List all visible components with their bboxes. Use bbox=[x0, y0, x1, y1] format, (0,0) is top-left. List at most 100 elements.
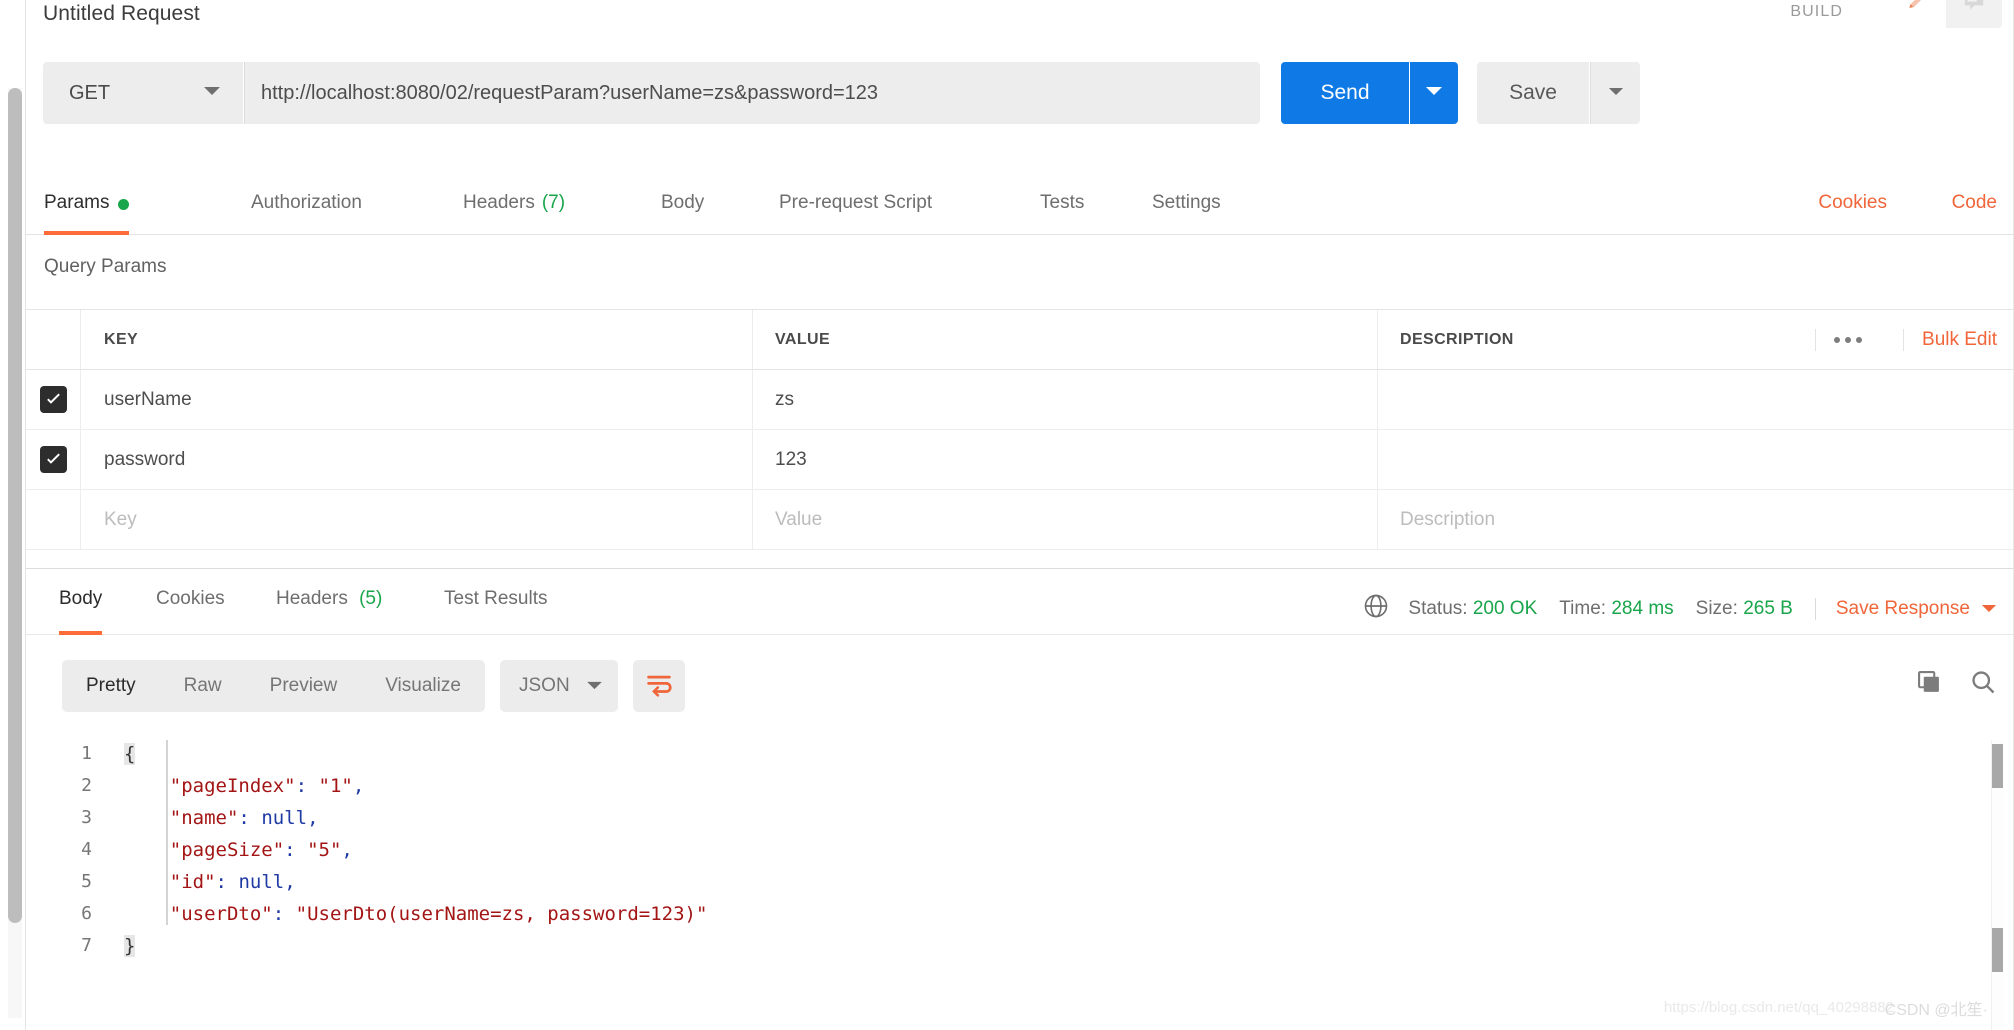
tab-label: Authorization bbox=[251, 192, 362, 213]
tab-headers[interactable]: Headers (7) bbox=[463, 183, 565, 235]
tab-settings[interactable]: Settings bbox=[1152, 183, 1221, 235]
table-row[interactable]: password 123 bbox=[26, 430, 2014, 490]
http-method-select[interactable]: GET bbox=[43, 62, 243, 124]
outer-scrollbar-thumb[interactable] bbox=[8, 88, 22, 923]
code-line: 5 "id": null, bbox=[26, 866, 2014, 898]
http-method-value: GET bbox=[69, 81, 111, 104]
watermark-url: https://blog.csdn.net/qq_40298882 bbox=[1663, 999, 1894, 1016]
view-mode-preview[interactable]: Preview bbox=[246, 660, 362, 712]
send-options-button[interactable] bbox=[1410, 62, 1458, 124]
response-status-bar: Status: 200 OK Time: 284 ms Size: 265 B … bbox=[1362, 592, 1997, 625]
view-mode-group: Pretty Raw Preview Visualize bbox=[62, 660, 485, 712]
comment-icon bbox=[1961, 0, 1987, 19]
code-line: 2 "pageIndex": "1", bbox=[26, 770, 2014, 802]
code-line-content: "pageSize": "5", bbox=[169, 839, 353, 861]
bulk-edit-button[interactable]: Bulk Edit bbox=[1903, 328, 1997, 351]
row-value-cell[interactable]: 123 bbox=[753, 430, 1378, 489]
response-tab-body[interactable]: Body bbox=[59, 580, 103, 635]
url-input[interactable]: http://localhost:8080/02/requestParam?us… bbox=[244, 62, 1260, 124]
build-label: BUILD bbox=[1790, 3, 1843, 20]
description-placeholder: Description bbox=[1400, 508, 1496, 530]
code-line-content: } bbox=[124, 935, 136, 957]
viewer-right-icons bbox=[1915, 668, 1997, 701]
code-scrollbar-thumb-secondary[interactable] bbox=[1992, 928, 2003, 972]
row-checkbox[interactable] bbox=[39, 446, 67, 473]
code-link[interactable]: Code bbox=[1952, 192, 1997, 214]
tab-params[interactable]: Params bbox=[44, 183, 130, 235]
tab-label: Test Results bbox=[444, 588, 548, 609]
tab-authorization[interactable]: Authorization bbox=[251, 183, 362, 235]
row-key-cell[interactable]: userName bbox=[81, 370, 753, 429]
top-right-icon-group bbox=[1890, 0, 2002, 28]
response-tab-headers[interactable]: Headers (5) bbox=[276, 580, 382, 635]
view-mode-visualize[interactable]: Visualize bbox=[361, 660, 485, 712]
table-row-empty[interactable]: Key Value Description bbox=[26, 490, 2014, 550]
row-key-cell[interactable]: Key bbox=[81, 490, 753, 549]
search-icon[interactable] bbox=[1969, 668, 1997, 701]
code-scrollbar-thumb[interactable] bbox=[1992, 744, 2003, 788]
column-header-label: KEY bbox=[104, 330, 139, 348]
comment-icon-button[interactable] bbox=[1946, 0, 2002, 28]
response-tab-test-results[interactable]: Test Results bbox=[444, 580, 547, 635]
size-value: 265 B bbox=[1743, 597, 1793, 619]
row-checkbox[interactable] bbox=[39, 386, 67, 413]
row-description-cell[interactable] bbox=[1378, 370, 2014, 429]
pencil-icon-button[interactable] bbox=[1890, 0, 1946, 28]
tab-label: Cookies bbox=[156, 588, 225, 609]
tab-label: Pre-request Script bbox=[779, 192, 933, 213]
tab-active-underline bbox=[59, 631, 103, 635]
time-value: 284 ms bbox=[1611, 597, 1674, 619]
dot bbox=[1856, 336, 1862, 343]
save-button[interactable]: Save bbox=[1477, 62, 1589, 124]
response-tab-cookies[interactable]: Cookies bbox=[156, 580, 225, 635]
tab-label: Tests bbox=[1040, 192, 1085, 213]
row-key-cell[interactable]: password bbox=[81, 430, 753, 489]
row-value-cell[interactable]: Value bbox=[753, 490, 1378, 549]
response-viewer-toolbar: Pretty Raw Preview Visualize JSON bbox=[26, 660, 2014, 722]
tab-label: Params bbox=[44, 192, 110, 213]
table-row[interactable]: userName zs bbox=[26, 370, 2014, 430]
code-lines: 1 { 2 "pageIndex": "1", 3 "name": null, … bbox=[26, 738, 2014, 962]
line-number: 2 bbox=[81, 775, 92, 796]
size-item: Size: 265 B bbox=[1696, 598, 1793, 620]
chevron-down-icon bbox=[1425, 84, 1443, 102]
response-divider bbox=[26, 568, 2014, 569]
send-button[interactable]: Send bbox=[1281, 62, 1409, 124]
header-cell-value: VALUE bbox=[753, 310, 1378, 369]
tab-tests[interactable]: Tests bbox=[1040, 183, 1084, 235]
code-line: 3 "name": null, bbox=[26, 802, 2014, 834]
cookies-link[interactable]: Cookies bbox=[1818, 192, 1887, 214]
row-checkbox[interactable] bbox=[40, 506, 67, 533]
code-line: 7 } bbox=[26, 930, 2014, 962]
row-description-cell[interactable]: Description bbox=[1378, 490, 2014, 549]
status-label: Status: bbox=[1408, 597, 1468, 619]
body-format-select[interactable]: JSON bbox=[500, 660, 618, 712]
column-header-label: DESCRIPTION bbox=[1400, 330, 1514, 348]
tab-count: (7) bbox=[541, 192, 566, 213]
column-header-label: VALUE bbox=[775, 330, 831, 348]
row-value-cell[interactable]: zs bbox=[753, 370, 1378, 429]
row-checkbox-cell bbox=[26, 370, 81, 429]
line-number: 7 bbox=[81, 935, 92, 956]
tab-pre-request-script[interactable]: Pre-request Script bbox=[779, 183, 932, 235]
save-response-button[interactable]: Save Response bbox=[1814, 597, 1997, 620]
time-label: Time: bbox=[1559, 597, 1607, 619]
tab-label: Body bbox=[59, 588, 103, 609]
code-line-content: { bbox=[124, 743, 136, 765]
more-actions-icon[interactable] bbox=[1815, 328, 1872, 351]
copy-icon[interactable] bbox=[1915, 668, 1943, 701]
request-pane: Untitled Request BUILD GET http://localh… bbox=[26, 0, 2014, 1030]
code-line: 4 "pageSize": "5", bbox=[26, 834, 2014, 866]
view-mode-pretty[interactable]: Pretty bbox=[62, 660, 160, 712]
word-wrap-button[interactable] bbox=[633, 660, 685, 712]
response-body-code[interactable]: 1 { 2 "pageIndex": "1", 3 "name": null, … bbox=[26, 738, 2014, 1030]
code-line: 1 { bbox=[26, 738, 2014, 770]
url-input-value: http://localhost:8080/02/requestParam?us… bbox=[261, 81, 879, 104]
view-mode-raw[interactable]: Raw bbox=[160, 660, 246, 712]
row-description-cell[interactable] bbox=[1378, 430, 2014, 489]
header-cell-checkbox bbox=[26, 310, 81, 369]
tab-body[interactable]: Body bbox=[661, 183, 704, 235]
row-key-value: password bbox=[104, 448, 186, 470]
save-options-button[interactable] bbox=[1590, 62, 1640, 124]
chevron-down-icon bbox=[1981, 598, 1997, 620]
